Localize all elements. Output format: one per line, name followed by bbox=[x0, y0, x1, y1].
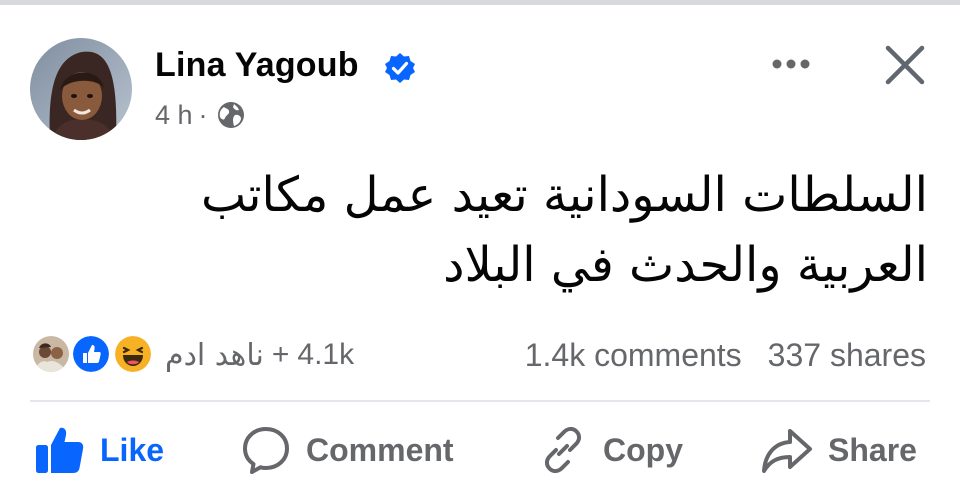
globe-icon bbox=[216, 100, 246, 130]
comment-button[interactable]: Comment bbox=[240, 420, 454, 480]
reaction-icons[interactable] bbox=[30, 333, 160, 375]
engagement-counts: 1.4k comments 337 shares bbox=[525, 335, 926, 375]
comments-count[interactable]: 1.4k comments bbox=[525, 337, 742, 374]
copy-button[interactable]: Copy bbox=[537, 420, 683, 480]
reactor-photo[interactable] bbox=[30, 333, 72, 375]
post-text-line-1: السلطات السودانية تعيد عمل مكاتب bbox=[200, 167, 928, 223]
share-label: Share bbox=[828, 431, 917, 468]
link-icon bbox=[544, 426, 582, 474]
top-border bbox=[0, 0, 960, 5]
copy-label: Copy bbox=[603, 431, 683, 468]
avatar[interactable] bbox=[30, 38, 132, 140]
like-button[interactable]: Like bbox=[34, 420, 164, 480]
reactions-count: 4.1k bbox=[297, 338, 355, 371]
post-text: السلطات السودانية تعيد عمل مكاتب العربية… bbox=[48, 160, 928, 300]
like-icon[interactable] bbox=[70, 333, 112, 375]
verified-badge-icon bbox=[384, 52, 416, 84]
like-label: Like bbox=[100, 431, 165, 468]
post-meta: 4 h · bbox=[155, 99, 246, 131]
divider bbox=[30, 400, 930, 402]
author-name[interactable]: Lina Yagoub bbox=[155, 46, 359, 85]
reactions-summary[interactable]: ناهد ادم + 4.1k bbox=[165, 335, 354, 375]
meta-separator: · bbox=[198, 99, 208, 130]
more-options-icon[interactable] bbox=[768, 44, 814, 84]
close-icon[interactable] bbox=[880, 40, 930, 90]
like-thumb-icon bbox=[36, 427, 84, 473]
post-time[interactable]: 4 h bbox=[155, 100, 193, 131]
comment-label: Comment bbox=[306, 431, 454, 468]
share-button[interactable]: Share bbox=[760, 420, 917, 480]
haha-icon[interactable] bbox=[112, 333, 154, 375]
reactor-name: ناهد ادم bbox=[165, 337, 264, 373]
share-arrow-icon bbox=[762, 429, 812, 473]
post-text-line-2: العربية والحدث في البلاد bbox=[443, 237, 928, 293]
reactions-plus: + bbox=[271, 338, 290, 371]
shares-count[interactable]: 337 shares bbox=[768, 337, 926, 374]
comment-icon bbox=[243, 427, 289, 474]
